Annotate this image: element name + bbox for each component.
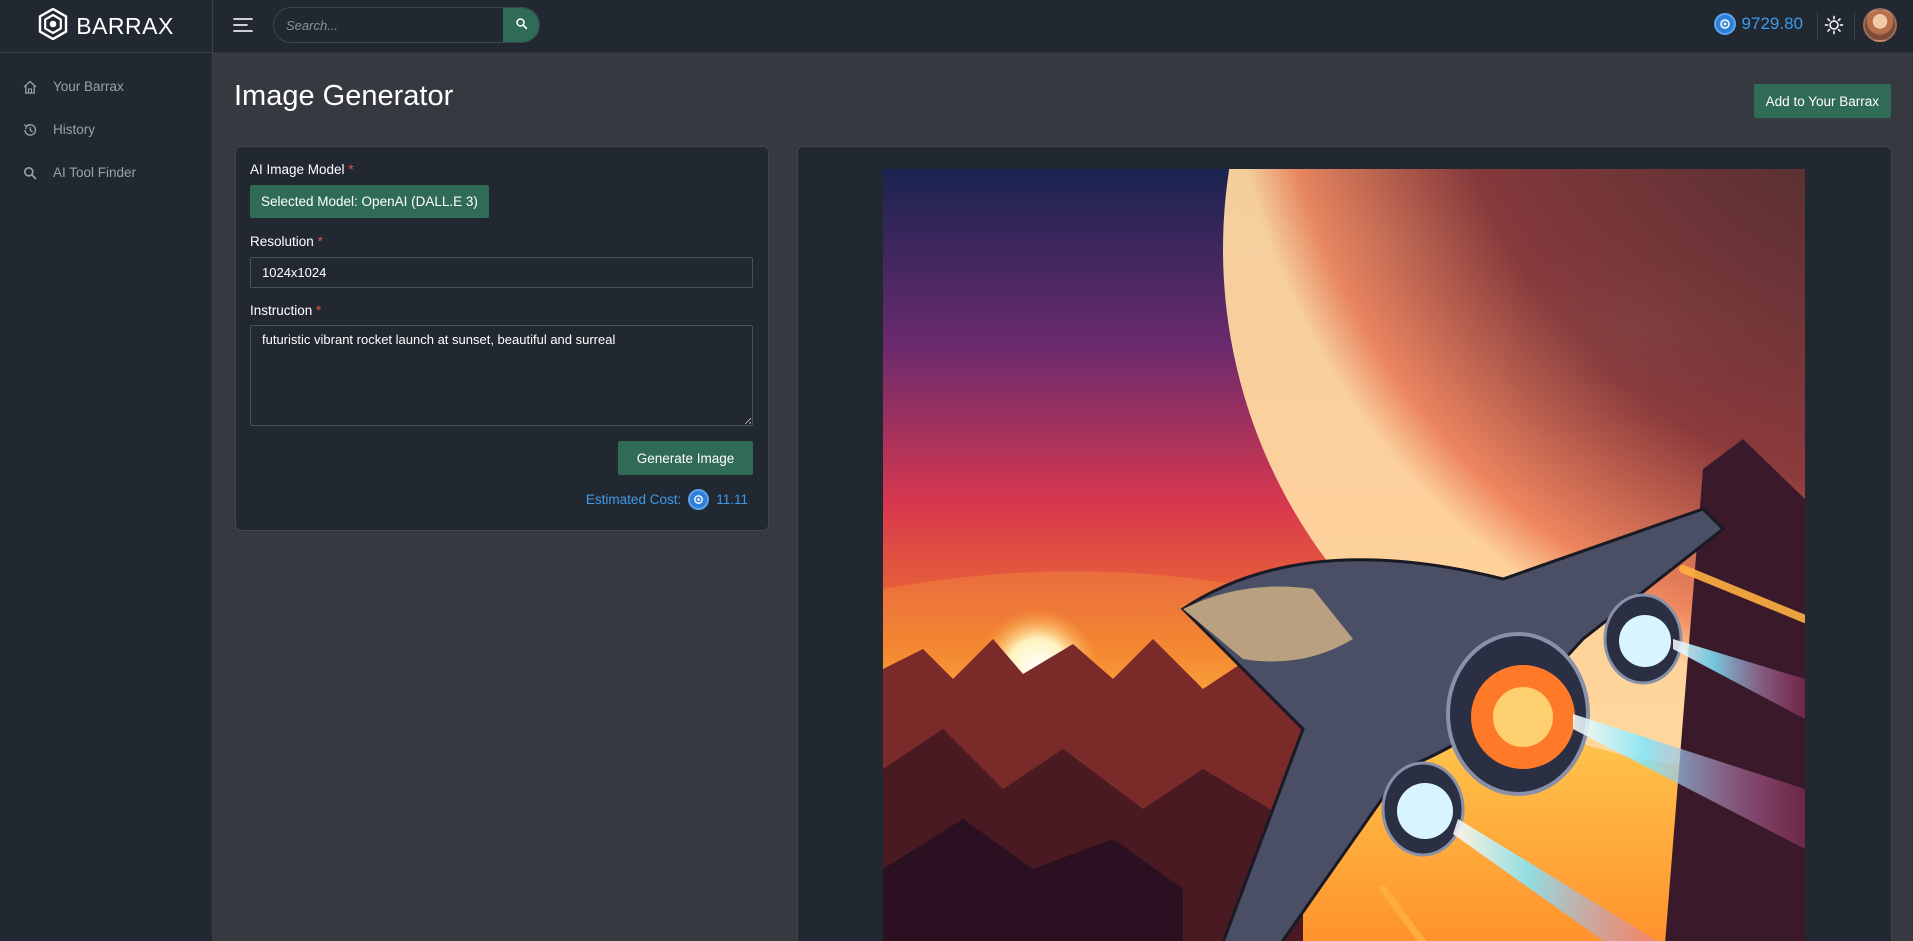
brand-name: BARRAX (76, 12, 174, 39)
instruction-textarea[interactable]: futuristic vibrant rocket launch at suns… (250, 325, 753, 426)
estimated-cost: Estimated Cost: 11.11 (586, 489, 748, 510)
required-mark: * (348, 162, 354, 177)
topbar-divider (1817, 12, 1818, 40)
sun-icon[interactable] (1823, 14, 1845, 36)
search-bar (273, 7, 540, 43)
home-icon (22, 79, 38, 95)
hamburger-menu-icon[interactable] (233, 16, 253, 34)
brand[interactable]: BARRAX (0, 0, 212, 53)
sidebar-item-ai-tool-finder[interactable]: AI Tool Finder (0, 151, 212, 194)
sidebar-nav: Your Barrax History AI Tool Finder (0, 53, 212, 194)
resolution-label: Resolution * (250, 234, 323, 249)
sidebar-item-label: Your Barrax (53, 79, 124, 94)
avatar[interactable] (1863, 8, 1897, 42)
coin-icon (688, 489, 710, 510)
balance-value: 9729.80 (1741, 14, 1803, 33)
sidebar-item-label: AI Tool Finder (53, 165, 137, 180)
sidebar-item-label: History (53, 122, 96, 137)
cost-label: Estimated Cost: (585, 492, 682, 507)
top-bar: 9729.80 (213, 0, 1913, 53)
sidebar: BARRAX Your Barrax History AI Tool Finde… (0, 0, 213, 941)
search-icon (515, 17, 528, 33)
search-icon (22, 165, 38, 181)
generate-image-button[interactable]: Generate Image (618, 441, 753, 475)
search-input[interactable] (274, 8, 503, 42)
generator-form: AI Image Model * Selected Model: OpenAI … (235, 146, 769, 531)
search-button[interactable] (503, 8, 539, 42)
topbar-divider (1854, 12, 1855, 40)
model-label: AI Image Model * (250, 162, 354, 177)
cost-value: 11.11 (716, 492, 748, 507)
image-output-panel (797, 146, 1892, 941)
page-title: Image Generator (234, 80, 454, 112)
coin-icon (1713, 13, 1736, 35)
required-mark: * (316, 303, 322, 318)
token-balance[interactable]: 9729.80 (1713, 13, 1803, 35)
resolution-input[interactable] (250, 257, 753, 288)
add-to-your-barrax-button[interactable]: Add to Your Barrax (1753, 84, 1891, 118)
select-model-button[interactable]: Selected Model: OpenAI (DALL.E 3) (250, 185, 489, 218)
sidebar-item-history[interactable]: History (0, 108, 212, 151)
history-icon (22, 122, 38, 138)
generated-image[interactable] (883, 169, 1805, 941)
hexagon-logo-icon (38, 7, 68, 45)
sidebar-item-your-barrax[interactable]: Your Barrax (0, 65, 212, 108)
instruction-label: Instruction * (250, 303, 322, 318)
required-mark: * (317, 234, 323, 249)
